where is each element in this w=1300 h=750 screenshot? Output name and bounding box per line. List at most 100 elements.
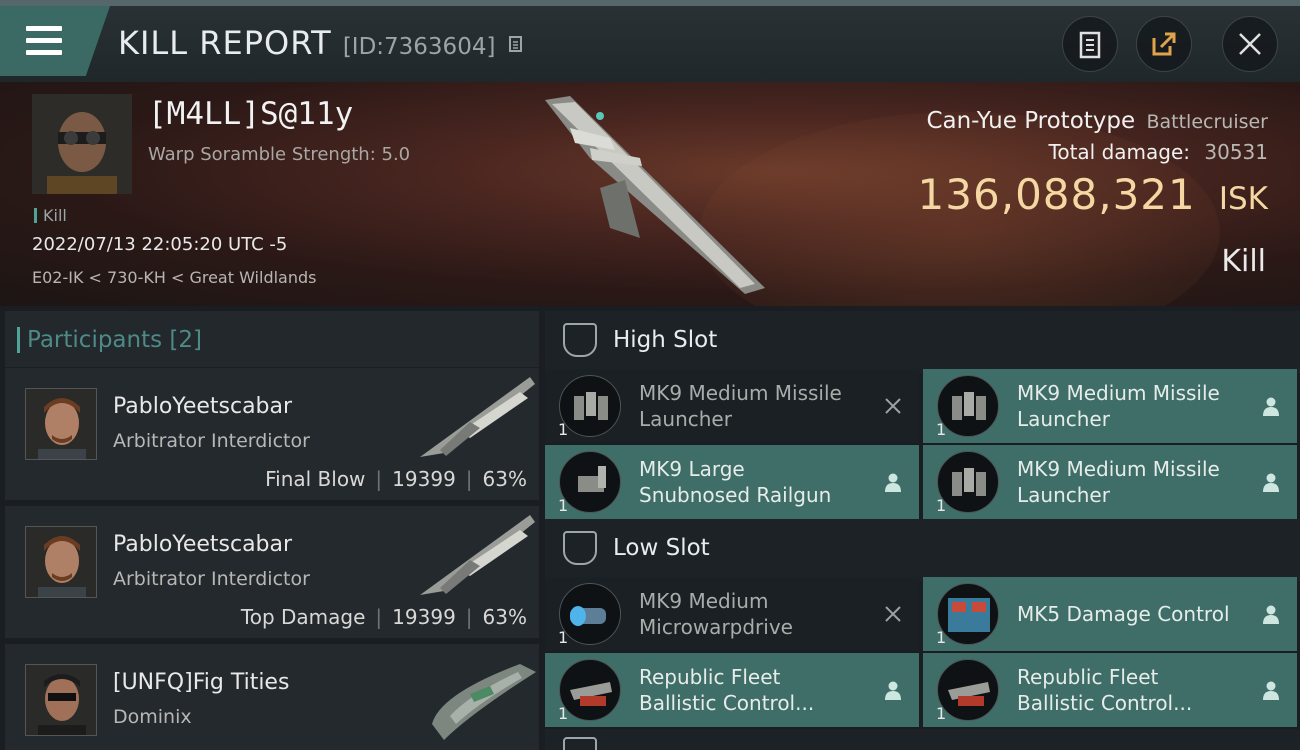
participant-row[interactable]: [UNFQ]Fig Tities Dominix bbox=[5, 644, 539, 750]
module-quantity: 1 bbox=[558, 420, 569, 439]
participant-percent: 63% bbox=[482, 605, 527, 629]
participant-stats: Final Blow | 19399 | 63% bbox=[265, 467, 527, 491]
module-quantity: 1 bbox=[936, 704, 947, 723]
module-quantity: 1 bbox=[936, 496, 947, 515]
module-name: MK9 Large Snubnosed Railgun bbox=[639, 457, 832, 507]
participant-ship-image bbox=[432, 664, 536, 740]
victim-avatar[interactable] bbox=[32, 94, 132, 194]
next-slot-header bbox=[545, 729, 1300, 750]
clipboard-icon bbox=[1079, 31, 1101, 59]
title-bar: KILL REPORT [ID:7363604] bbox=[0, 0, 1300, 82]
participant-damage: 19399 bbox=[392, 605, 456, 629]
damage-control-icon bbox=[937, 583, 999, 645]
participant-ship: Arbitrator Interdictor bbox=[113, 430, 310, 452]
module-name: MK5 Damage Control bbox=[1017, 602, 1230, 626]
kill-tag: Kill bbox=[34, 206, 67, 225]
slot-icon bbox=[563, 737, 597, 750]
dropped-person-icon bbox=[1259, 470, 1283, 494]
participant-name[interactable]: PabloYeetscabar bbox=[113, 394, 292, 419]
low-slot-icon bbox=[563, 531, 597, 565]
page-title: KILL REPORT [ID:7363604] bbox=[118, 24, 525, 62]
ballistic-control-icon bbox=[937, 659, 999, 721]
participant-percent: 63% bbox=[482, 467, 527, 491]
victim-ship-name[interactable]: Can-Yue Prototype bbox=[926, 108, 1135, 134]
participant-name[interactable]: PabloYeetscabar bbox=[113, 532, 292, 557]
module-quantity: 1 bbox=[936, 628, 947, 647]
module-name: MK9 Medium Missile Launcher bbox=[639, 381, 842, 431]
participant-role: Final Blow bbox=[265, 467, 366, 491]
isk-value: 136,088,321 bbox=[917, 170, 1196, 219]
participants-label: Participants bbox=[27, 327, 163, 353]
share-icon bbox=[1152, 32, 1176, 56]
low-slot-label: Low Slot bbox=[613, 535, 710, 561]
total-damage-label: Total damage: bbox=[1048, 140, 1191, 164]
high-slot-icon bbox=[563, 323, 597, 357]
menu-icon bbox=[26, 38, 62, 43]
participant-stats: Top Damage | 19399 | 63% bbox=[240, 605, 527, 629]
victim-name[interactable]: [M4LL]S@11y bbox=[148, 96, 353, 132]
module-quantity: 1 bbox=[558, 496, 569, 515]
module-quantity: 1 bbox=[558, 628, 569, 647]
isk-value-line: 136,088,321 ISK bbox=[918, 170, 1268, 219]
participants-count: [2] bbox=[169, 327, 203, 353]
module-name: Republic Fleet Ballistic Control... bbox=[1017, 665, 1193, 715]
module-item[interactable]: 1 MK9 Medium Missile Launcher bbox=[545, 369, 919, 443]
kill-result: Kill bbox=[1221, 244, 1266, 279]
participant-avatar[interactable] bbox=[25, 388, 97, 460]
missile-launcher-icon bbox=[937, 451, 999, 513]
module-item[interactable]: 1 Republic Fleet Ballistic Control... bbox=[545, 653, 919, 727]
participant-avatar[interactable] bbox=[25, 664, 97, 736]
kill-location[interactable]: E02-IK < 730-KH < Great Wildlands bbox=[32, 268, 316, 287]
menu-button[interactable] bbox=[0, 6, 110, 76]
victim-ship-image bbox=[545, 96, 765, 294]
participants-title: Participants [2] bbox=[16, 327, 203, 353]
module-quantity: 1 bbox=[936, 420, 947, 439]
title-text: KILL REPORT bbox=[118, 24, 332, 62]
clipboard-button[interactable] bbox=[1062, 16, 1118, 72]
copy-icon[interactable] bbox=[507, 36, 525, 56]
report-id: [ID:7363604] bbox=[342, 34, 496, 60]
close-button[interactable] bbox=[1222, 16, 1278, 72]
destroyed-icon bbox=[881, 394, 905, 418]
participant-row[interactable]: PabloYeetscabar Arbitrator Interdictor T… bbox=[5, 506, 539, 638]
dropped-person-icon bbox=[1259, 394, 1283, 418]
module-item[interactable]: 1 MK9 Medium Missile Launcher bbox=[923, 445, 1297, 519]
total-damage-line: Total damage: 30531 bbox=[1049, 140, 1268, 164]
dropped-person-icon bbox=[881, 470, 905, 494]
missile-launcher-icon bbox=[559, 375, 621, 437]
kill-summary: [M4LL]S@11y Warp Soramble Strength: 5.0 … bbox=[0, 82, 1300, 306]
top-accent-line bbox=[0, 0, 1300, 6]
menu-icon bbox=[26, 26, 62, 31]
module-item[interactable]: 1 MK9 Large Snubnosed Railgun bbox=[545, 445, 919, 519]
high-slot-header: High Slot bbox=[545, 311, 1300, 373]
dropped-person-icon bbox=[881, 678, 905, 702]
isk-unit: ISK bbox=[1218, 181, 1268, 217]
participant-name[interactable]: [UNFQ]Fig Tities bbox=[113, 670, 289, 695]
high-slot-label: High Slot bbox=[613, 327, 718, 353]
participant-ship-image bbox=[420, 377, 535, 457]
module-name: Republic Fleet Ballistic Control... bbox=[639, 665, 815, 715]
participant-row[interactable]: PabloYeetscabar Arbitrator Interdictor F… bbox=[5, 368, 539, 500]
module-item[interactable]: 1 MK9 Medium Missile Launcher bbox=[923, 369, 1297, 443]
total-damage-value: 30531 bbox=[1204, 140, 1268, 164]
module-item[interactable]: 1 Republic Fleet Ballistic Control... bbox=[923, 653, 1297, 727]
warp-scramble-strength: Warp Soramble Strength: 5.0 bbox=[148, 144, 411, 165]
participant-avatar[interactable] bbox=[25, 526, 97, 598]
victim-ship-line: Can-Yue Prototype Battlecruiser bbox=[926, 108, 1268, 134]
share-button[interactable] bbox=[1136, 16, 1192, 72]
participant-ship: Arbitrator Interdictor bbox=[113, 568, 310, 590]
missile-launcher-icon bbox=[937, 375, 999, 437]
dropped-person-icon bbox=[1259, 678, 1283, 702]
microwarpdrive-icon bbox=[559, 583, 621, 645]
participants-header: Participants [2] bbox=[5, 311, 539, 367]
participant-role: Top Damage bbox=[240, 605, 366, 629]
victim-ship-class: Battlecruiser bbox=[1146, 111, 1268, 133]
dropped-person-icon bbox=[1259, 602, 1283, 626]
low-slot-header: Low Slot bbox=[545, 519, 1300, 581]
module-quantity: 1 bbox=[558, 704, 569, 723]
module-item[interactable]: 1 MK5 Damage Control bbox=[923, 577, 1297, 651]
kill-datetime: 2022/07/13 22:05:20 UTC -5 bbox=[32, 234, 288, 255]
module-item[interactable]: 1 MK9 Medium Microwarpdrive bbox=[545, 577, 919, 651]
participant-ship-image bbox=[420, 515, 535, 595]
ballistic-control-icon bbox=[559, 659, 621, 721]
